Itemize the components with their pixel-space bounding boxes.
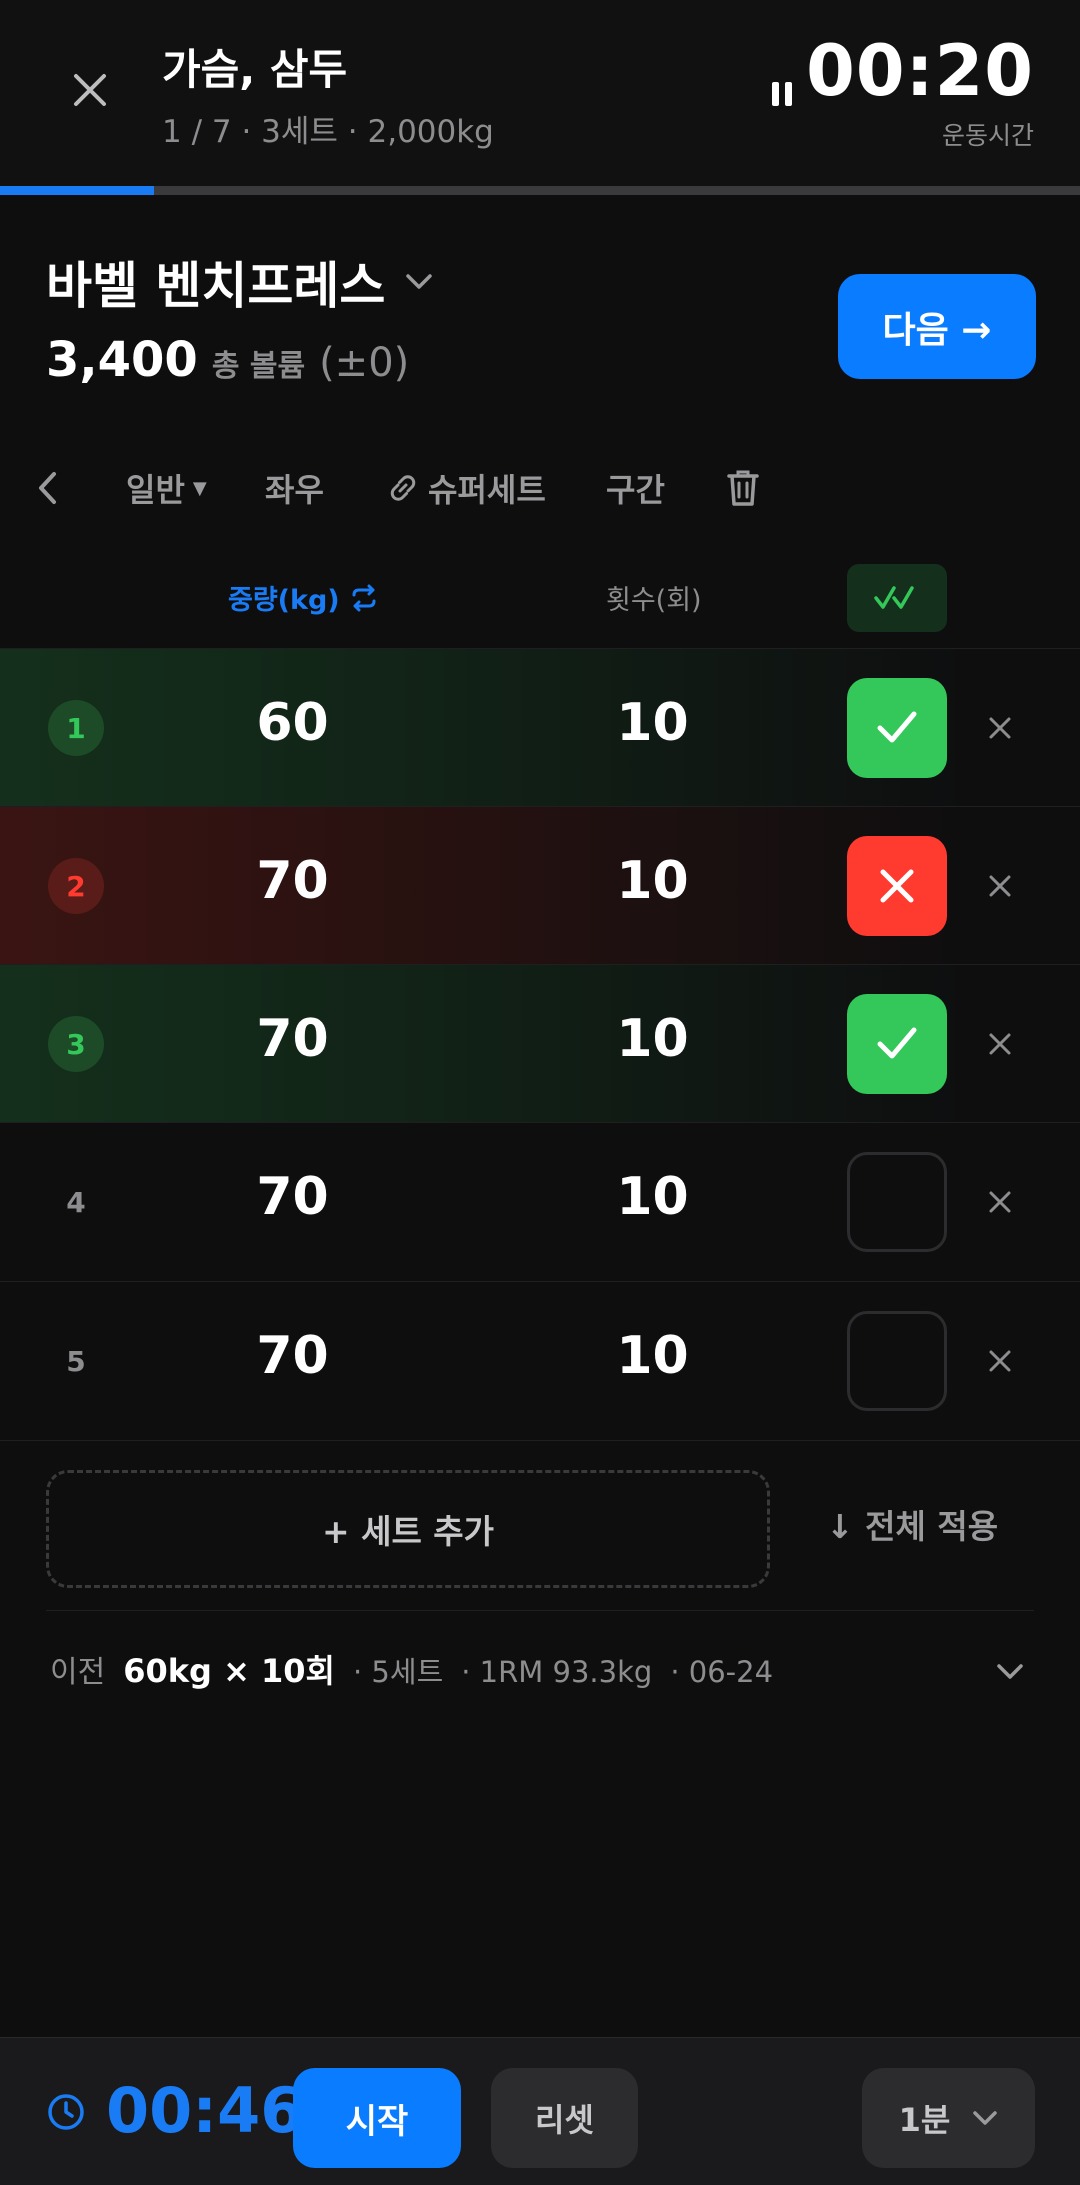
- workout-progress-bar: [0, 186, 1080, 195]
- chevron-down-icon: [973, 2111, 998, 2125]
- reps-column-header: 횟수(회): [606, 585, 702, 616]
- volume-value: 3,400: [46, 332, 198, 388]
- set-number: 2: [48, 858, 104, 914]
- elapsed-timer-label: 운동시간: [941, 121, 1034, 150]
- close-icon[interactable]: [60, 60, 120, 120]
- previous-label: 이전: [50, 1655, 106, 1690]
- set-type-label: 일반: [126, 471, 185, 509]
- set-reps[interactable]: 10: [540, 1009, 765, 1069]
- set-row: 3 70 10: [0, 964, 1080, 1122]
- side-toggle-button[interactable]: 좌우: [265, 458, 324, 518]
- set-row: 4 70 10: [0, 1122, 1080, 1280]
- weight-column-header[interactable]: 중량(kg): [228, 578, 378, 617]
- previous-1rm: · 1RM 93.3kg: [461, 1655, 653, 1689]
- weight-column-label: 중량(kg): [228, 585, 340, 616]
- rest-timer-bar: 00:46 시작 리셋 1분: [0, 2037, 1080, 2185]
- superset-label: 슈퍼세트: [428, 471, 546, 509]
- workout-summary: 1 / 7 · 3세트 · 2,000kg: [162, 114, 494, 150]
- set-check-button[interactable]: [847, 994, 947, 1094]
- caret-down-icon: ▼: [192, 477, 207, 499]
- set-number: 4: [66, 1185, 86, 1219]
- reset-rest-button[interactable]: 리셋: [491, 2068, 638, 2168]
- rest-duration-value: 1분: [898, 2101, 951, 2139]
- interval-button[interactable]: 구간: [606, 458, 665, 518]
- previous-record: 이전 60kg × 10회 · 5세트 · 1RM 93.3kg · 06-24: [50, 1646, 773, 1692]
- set-reps[interactable]: 10: [540, 1167, 765, 1227]
- pause-icon[interactable]: [762, 74, 802, 114]
- superset-button[interactable]: 슈퍼세트: [386, 458, 546, 518]
- set-type-dropdown[interactable]: 일반 ▼: [126, 458, 207, 518]
- clock-icon: [48, 2094, 84, 2130]
- total-volume: 3,400 총 볼륨 (±0): [46, 332, 409, 388]
- swap-icon: [352, 584, 376, 611]
- set-reps[interactable]: 10: [540, 693, 765, 753]
- delete-set-icon[interactable]: [980, 1024, 1020, 1064]
- previous-date: · 06-24: [670, 1655, 774, 1689]
- chevron-down-icon[interactable]: [990, 1652, 1030, 1692]
- check-all-button[interactable]: [847, 564, 947, 632]
- set-row: 2 70 10: [0, 806, 1080, 964]
- set-check-button[interactable]: [847, 1152, 947, 1252]
- link-icon: [390, 475, 416, 501]
- set-reps[interactable]: 10: [540, 851, 765, 911]
- set-number: 1: [48, 700, 104, 756]
- chevron-down-icon: [406, 274, 433, 289]
- rest-duration-select[interactable]: 1분: [862, 2068, 1035, 2168]
- previous-sets: · 5세트: [353, 1655, 444, 1689]
- divider: [0, 1440, 1080, 1441]
- divider: [46, 1610, 1034, 1611]
- exercise-selector[interactable]: 바벨 벤치프레스: [46, 246, 433, 318]
- check-icon: [877, 711, 917, 743]
- delete-set-icon[interactable]: [980, 1182, 1020, 1222]
- set-weight[interactable]: 60: [180, 693, 405, 753]
- set-row: 5 70 10: [0, 1281, 1080, 1439]
- apply-all-button[interactable]: ↓ 전체 적용: [826, 1500, 998, 1548]
- set-weight[interactable]: 70: [180, 851, 405, 911]
- set-check-button[interactable]: [847, 836, 947, 936]
- workout-header: 가슴, 삼두 1 / 7 · 3세트 · 2,000kg 00:20 운동시간: [0, 0, 1080, 186]
- elapsed-timer: 00:20: [806, 30, 1034, 112]
- volume-delta: (±0): [319, 340, 410, 386]
- add-set-button[interactable]: + 세트 추가: [46, 1470, 770, 1588]
- exercise-name: 바벨 벤치프레스: [46, 257, 386, 315]
- check-icon: [877, 1027, 917, 1059]
- set-number: 3: [48, 1016, 104, 1072]
- set-number: 5: [66, 1344, 86, 1378]
- set-weight[interactable]: 70: [180, 1009, 405, 1069]
- set-reps[interactable]: 10: [540, 1326, 765, 1386]
- delete-set-icon[interactable]: [980, 708, 1020, 748]
- start-rest-button[interactable]: 시작: [293, 2068, 461, 2168]
- set-row: 1 60 10: [0, 648, 1080, 806]
- back-chevron-icon[interactable]: [36, 458, 58, 518]
- set-check-button[interactable]: [847, 678, 947, 778]
- set-weight[interactable]: 70: [180, 1167, 405, 1227]
- workout-title: 가슴, 삼두: [162, 45, 348, 94]
- fail-x-icon: [880, 869, 914, 903]
- next-exercise-button[interactable]: 다음 →: [838, 274, 1036, 379]
- volume-label: 총 볼륨: [211, 349, 306, 384]
- previous-main: 60kg × 10회: [123, 1652, 335, 1690]
- set-check-button[interactable]: [847, 1311, 947, 1411]
- set-weight[interactable]: 70: [180, 1326, 405, 1386]
- set-toolbar: 일반 ▼ 좌우 슈퍼세트 구간: [0, 458, 1080, 518]
- trash-icon[interactable]: [726, 458, 760, 518]
- workout-progress-fill: [0, 186, 155, 195]
- rest-time: 00:46: [106, 2074, 304, 2147]
- delete-set-icon[interactable]: [980, 1341, 1020, 1381]
- delete-set-icon[interactable]: [980, 866, 1020, 906]
- double-check-icon: [874, 586, 914, 609]
